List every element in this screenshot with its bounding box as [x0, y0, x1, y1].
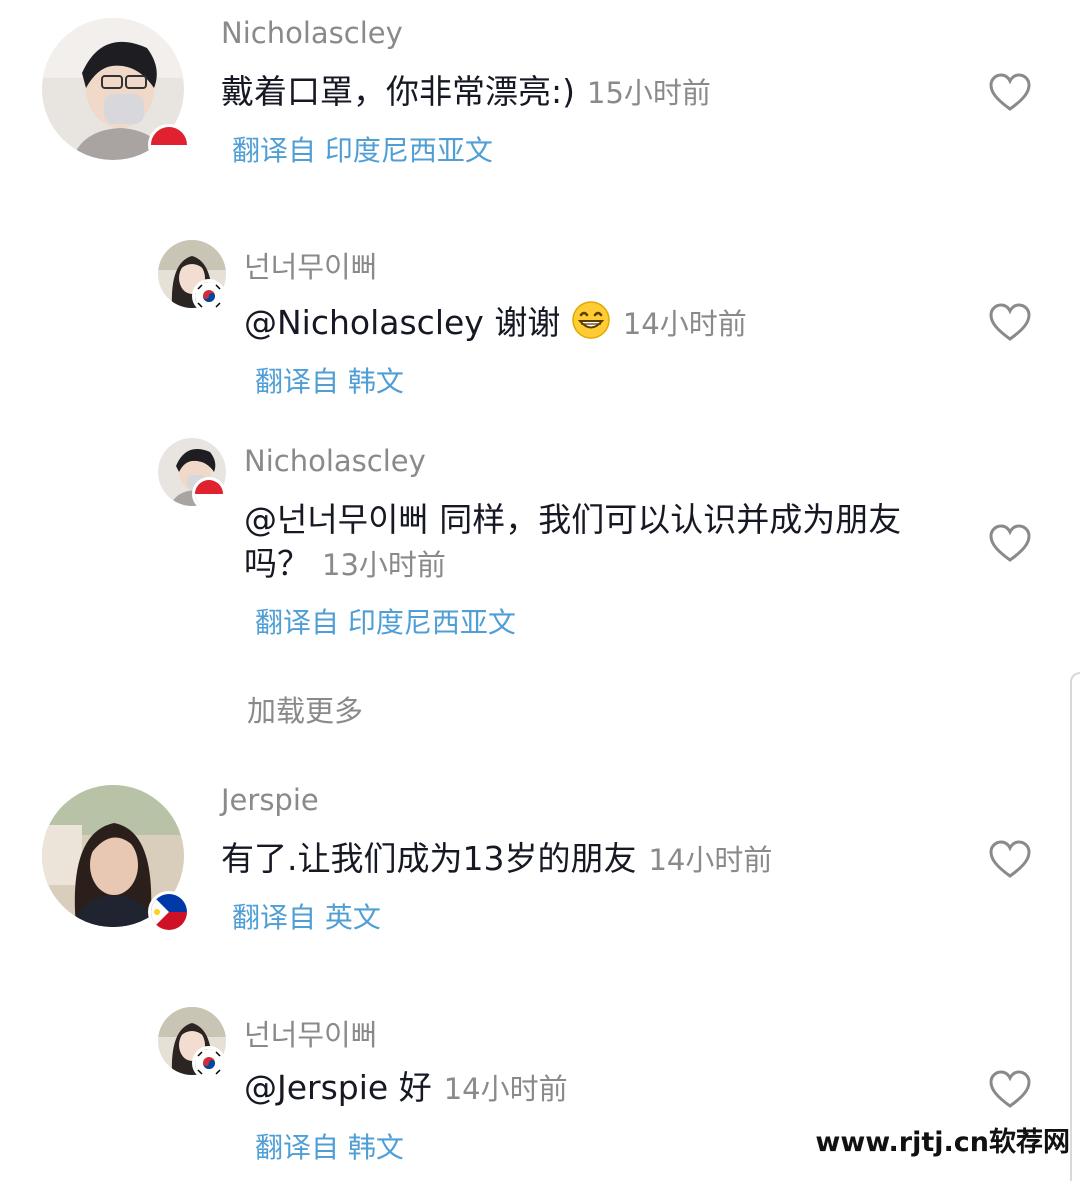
- comment-body: 有了.让我们成为13岁的朋友: [221, 839, 637, 878]
- comment-username[interactable]: 넌너무이뻐: [244, 1012, 377, 1054]
- south-korea-flag-icon: [192, 1046, 226, 1080]
- philippines-flag-icon: [148, 891, 190, 933]
- translate-link[interactable]: 翻译自 韩文: [255, 1126, 404, 1166]
- comment-timestamp: 14小时前: [443, 1072, 568, 1106]
- heart-icon[interactable]: [988, 524, 1032, 564]
- comment-timestamp: 15小时前: [587, 76, 711, 110]
- comment-text: 戴着口罩，你非常漂亮:) 15小时前: [221, 70, 961, 115]
- comment-text: @넌너무이뻐 同样，我们可以认识并成为朋友吗？ 13小时前: [244, 498, 924, 587]
- translate-link[interactable]: 翻译自 印度尼西亚文: [232, 129, 493, 169]
- comment-text: @Jerspie 好 14小时前: [244, 1066, 944, 1111]
- comment-body: 戴着口罩，你非常漂亮:): [221, 72, 575, 111]
- comment-text: @Nicholascley 谢谢 14小时前: [244, 300, 944, 346]
- comment-username[interactable]: Nicholascley: [244, 444, 426, 478]
- load-more-button[interactable]: 加载更多: [247, 688, 363, 730]
- grinning-face-icon: [572, 301, 610, 339]
- comment-username[interactable]: 넌너무이뻐: [244, 244, 377, 286]
- comment-body: @Jerspie 好: [244, 1068, 432, 1107]
- heart-icon[interactable]: [988, 840, 1032, 880]
- comment-text: 有了.让我们成为13岁的朋友 14小时前: [221, 837, 961, 882]
- comment-thread: Nicholascley 戴着口罩，你非常漂亮:) 15小时前 翻译自 印度尼西亚…: [0, 0, 1080, 1181]
- comment-timestamp: 14小时前: [622, 307, 747, 341]
- indonesia-flag-icon: [192, 477, 226, 511]
- watermark: www.rjtj.cn软荐网: [815, 1127, 1070, 1158]
- comment-username[interactable]: Jerspie: [221, 783, 319, 817]
- heart-icon[interactable]: [988, 303, 1032, 343]
- comment-timestamp: 13小时前: [322, 548, 446, 582]
- translate-link[interactable]: 翻译自 英文: [232, 896, 381, 936]
- comment-username[interactable]: Nicholascley: [221, 16, 403, 50]
- translate-link[interactable]: 翻译自 印度尼西亚文: [255, 601, 516, 641]
- south-korea-flag-icon: [192, 279, 226, 313]
- scrollbar[interactable]: [1070, 672, 1080, 1181]
- heart-icon[interactable]: [988, 1070, 1032, 1110]
- comment-timestamp: 14小时前: [648, 843, 773, 877]
- indonesia-flag-icon: [148, 124, 190, 166]
- translate-link[interactable]: 翻译自 韩文: [255, 360, 404, 400]
- heart-icon[interactable]: [988, 73, 1032, 113]
- comment-body: @Nicholascley 谢谢: [244, 303, 561, 342]
